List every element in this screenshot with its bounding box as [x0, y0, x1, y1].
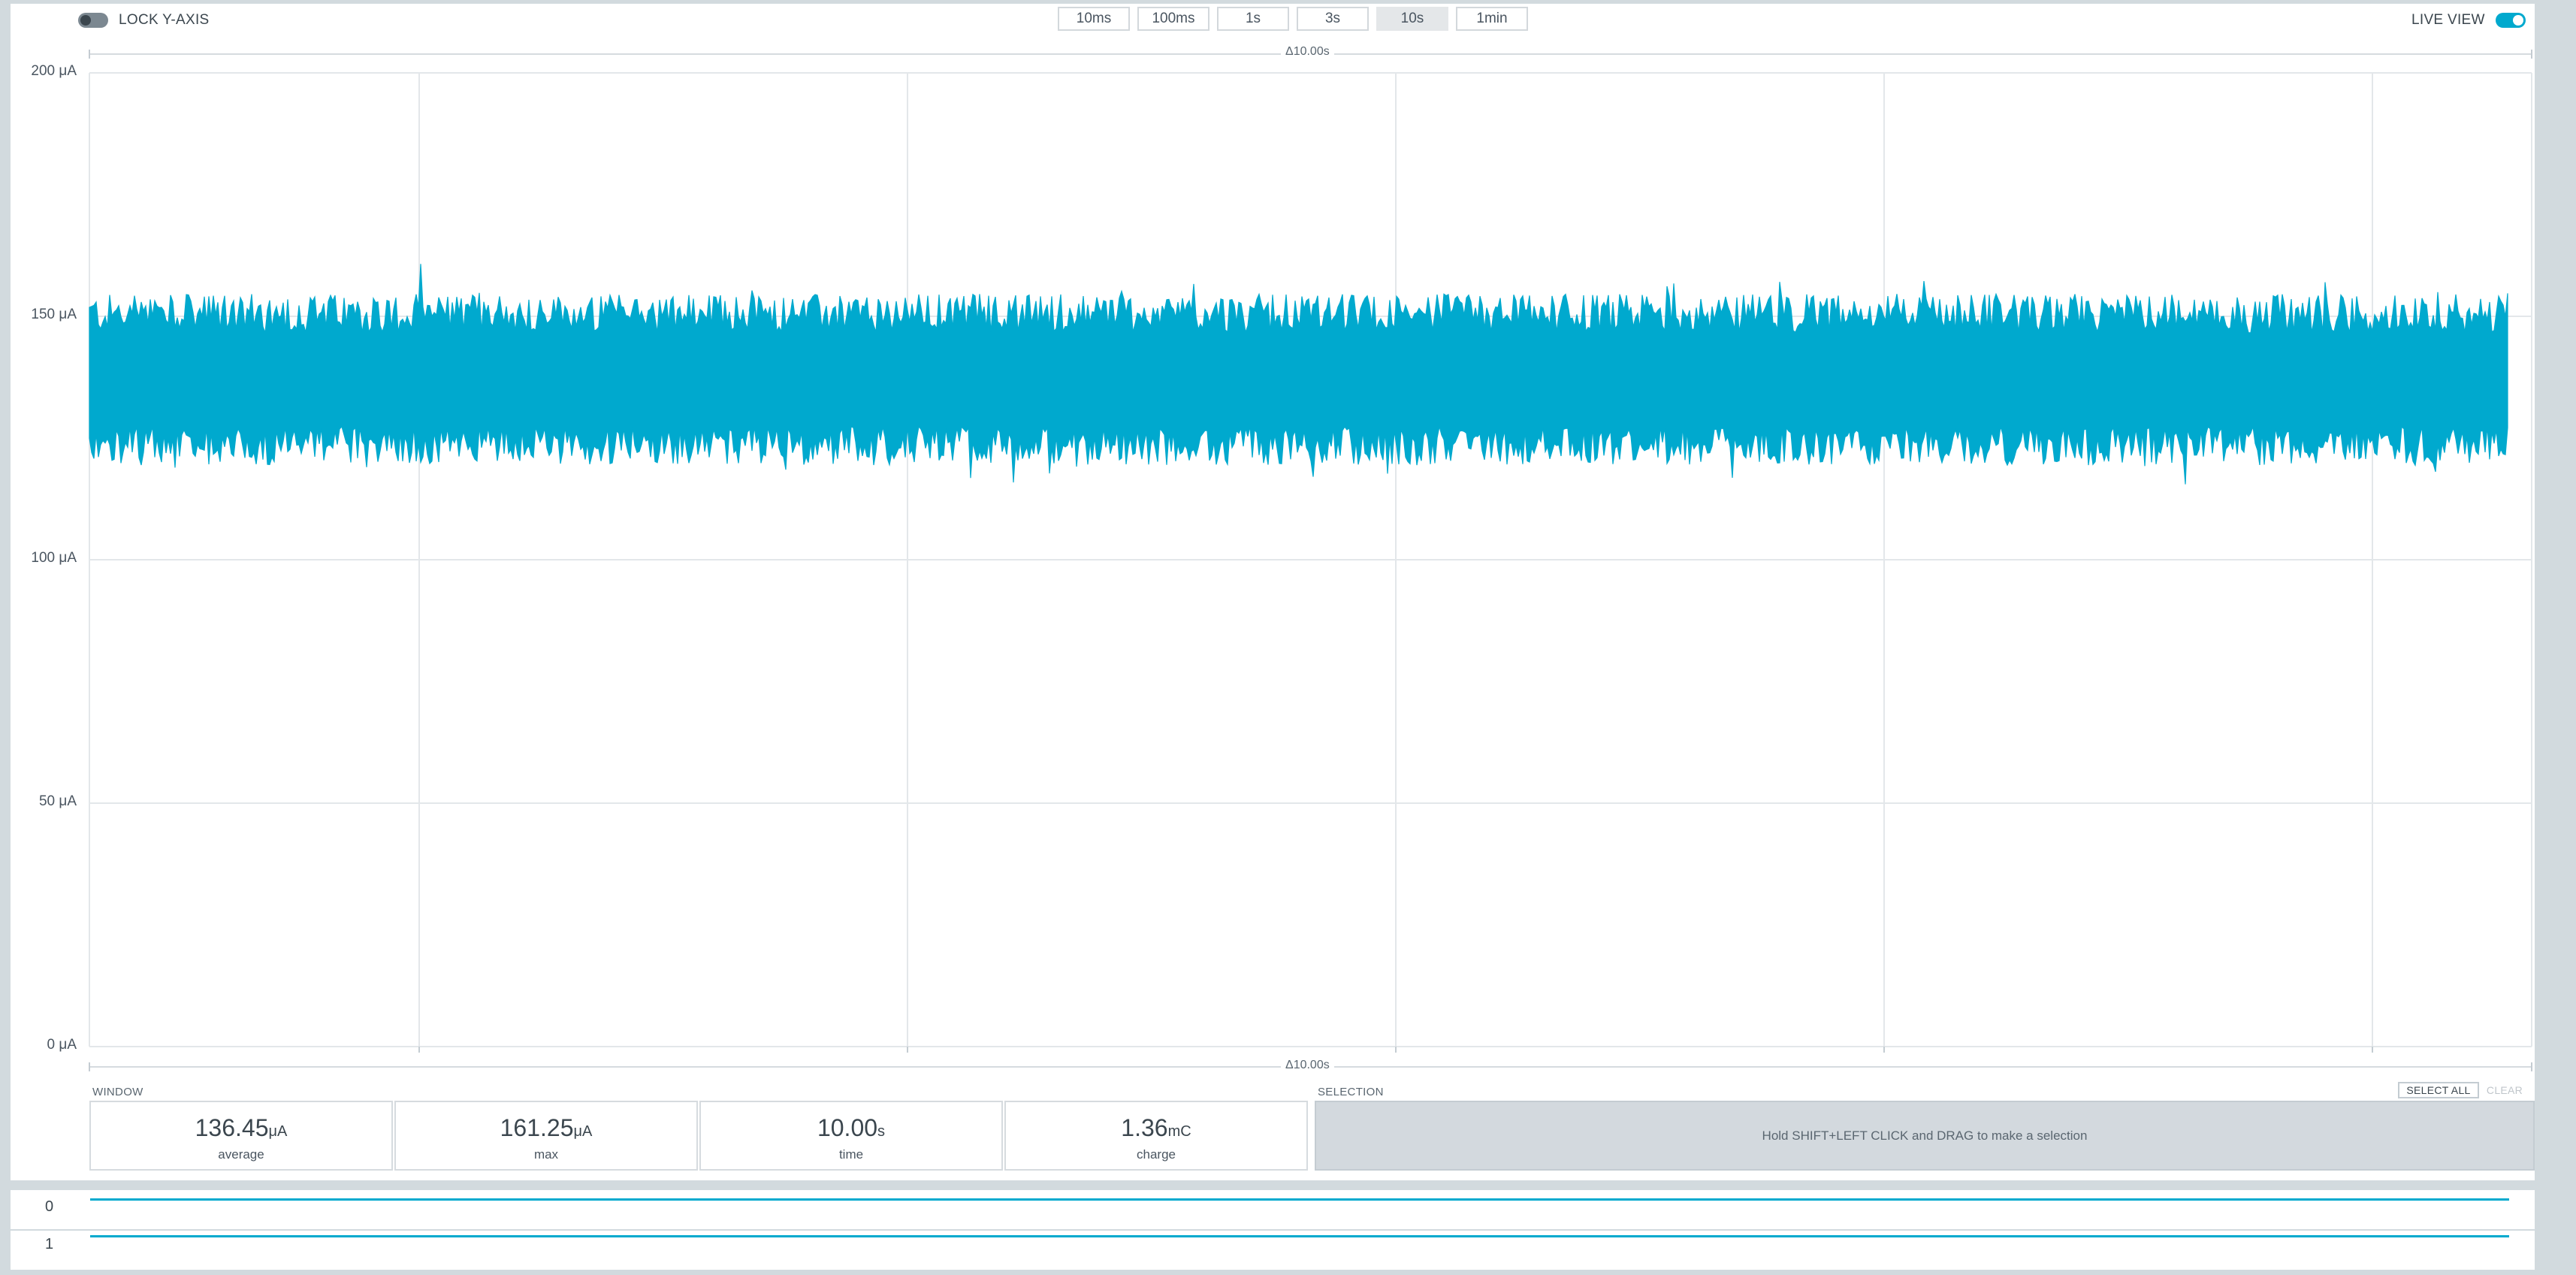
stat-max: 161.25μA max: [394, 1101, 698, 1171]
stat-time: 10.00s time: [699, 1101, 1003, 1171]
stat-average-unit: μA: [268, 1123, 288, 1140]
stat-max-unit: μA: [573, 1123, 593, 1140]
stat-time-value: 10.00: [817, 1114, 878, 1141]
stat-average-value: 136.45: [195, 1114, 269, 1141]
channel-label-1: 1: [45, 1236, 54, 1252]
stat-average-label: average: [218, 1147, 264, 1162]
clear-button[interactable]: CLEAR: [2484, 1082, 2526, 1098]
y-tick-label: 0 μA: [47, 1037, 77, 1053]
stat-charge-value: 1.36: [1121, 1114, 1168, 1141]
y-tick-label: 50 μA: [38, 793, 77, 809]
selection-hint: Hold SHIFT+LEFT CLICK and DRAG to make a…: [1762, 1128, 2088, 1143]
y-tick-label: 200 μA: [31, 63, 77, 79]
selection-area[interactable]: Hold SHIFT+LEFT CLICK and DRAG to make a…: [1315, 1101, 2535, 1171]
delta-time-bottom: Δ10.00s: [1281, 1059, 1334, 1072]
delta-time-top: Δ10.00s: [1281, 45, 1334, 59]
window-section-label: WINDOW: [92, 1086, 143, 1098]
channel-label-0: 0: [45, 1198, 54, 1215]
stat-charge-label: charge: [1137, 1147, 1176, 1162]
y-tick-label: 100 μA: [31, 550, 77, 566]
stat-time-unit: s: [877, 1123, 886, 1140]
stat-max-label: max: [533, 1147, 559, 1162]
stat-max-value: 161.25: [500, 1114, 574, 1141]
channel-0-trace: [90, 1198, 2509, 1201]
selection-section-label: SELECTION: [1318, 1086, 1384, 1098]
current-chart[interactable]: [0, 0, 2576, 1082]
stat-charge: 1.36mC charge: [1004, 1101, 1308, 1171]
stat-time-label: time: [838, 1147, 864, 1162]
channel-divider: [0, 1229, 2535, 1231]
y-tick-label: 150 μA: [31, 307, 77, 322]
stat-average: 136.45μA average: [89, 1101, 393, 1171]
select-all-button[interactable]: SELECT ALL: [2398, 1082, 2479, 1098]
channel-1-trace: [90, 1235, 2509, 1237]
series-current-trace: [89, 264, 2508, 485]
stat-charge-unit: mC: [1167, 1123, 1191, 1140]
